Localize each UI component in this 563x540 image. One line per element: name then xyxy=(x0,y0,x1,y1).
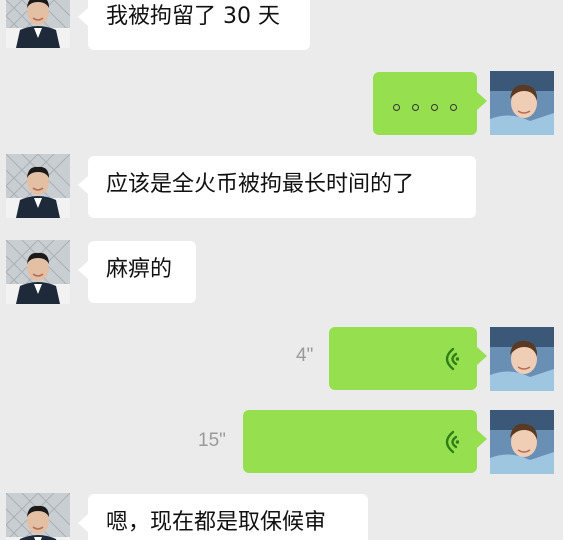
my-avatar[interactable] xyxy=(490,327,554,391)
message-bubble-outgoing[interactable] xyxy=(373,72,487,135)
voice-message-bubble[interactable] xyxy=(243,410,487,473)
message-bubble-incoming[interactable]: 麻痹的 xyxy=(78,241,196,303)
friend-avatar[interactable] xyxy=(6,493,70,540)
voice-message-bubble[interactable] xyxy=(329,327,487,390)
friend-avatar-photo-icon xyxy=(6,240,70,304)
voice-duration: 4" xyxy=(296,345,314,366)
voice-duration: 15" xyxy=(198,430,226,451)
friend-avatar[interactable] xyxy=(6,154,70,218)
dot-icon xyxy=(412,104,419,111)
message-bubble-incoming[interactable]: 嗯，现在都是取保候审 xyxy=(78,494,368,540)
voice-wave-icon xyxy=(445,347,459,371)
chat-area: 我被拘留了 30 天 应该是全火币被拘最长时间的了 麻痹的 4" 15" 嗯，现… xyxy=(0,0,563,540)
dot-icon xyxy=(450,104,457,111)
friend-avatar-photo-icon xyxy=(6,493,70,540)
message-bubble-incoming[interactable]: 应该是全火币被拘最长时间的了 xyxy=(78,156,476,218)
friend-avatar-photo-icon xyxy=(6,154,70,218)
my-avatar-photo-icon xyxy=(490,71,554,135)
message-text: 我被拘留了 30 天 xyxy=(106,4,280,29)
dot-icon xyxy=(393,104,400,111)
friend-avatar[interactable] xyxy=(6,0,70,48)
message-text: 嗯，现在都是取保候审 xyxy=(106,510,327,535)
message-bubble-incoming[interactable]: 我被拘留了 30 天 xyxy=(78,0,310,50)
typing-dots xyxy=(393,104,457,111)
voice-wave-icon xyxy=(445,430,459,454)
dot-icon xyxy=(431,104,438,111)
my-avatar-photo-icon xyxy=(490,410,554,474)
my-avatar-photo-icon xyxy=(490,327,554,391)
my-avatar[interactable] xyxy=(490,410,554,474)
message-text: 麻痹的 xyxy=(106,257,173,282)
message-text: 应该是全火币被拘最长时间的了 xyxy=(106,172,415,197)
my-avatar[interactable] xyxy=(490,71,554,135)
friend-avatar-photo-icon xyxy=(6,0,70,48)
friend-avatar[interactable] xyxy=(6,240,70,304)
